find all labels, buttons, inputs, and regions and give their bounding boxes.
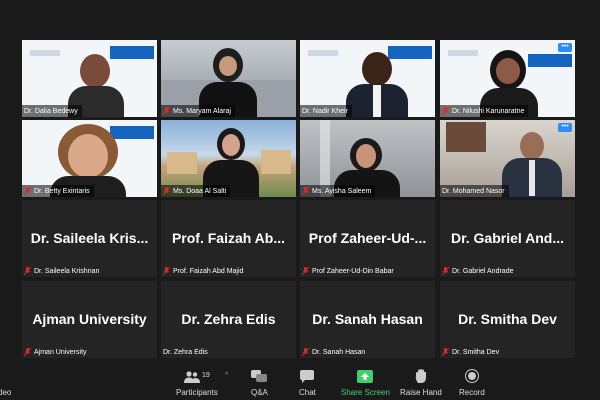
video-tile-active-speaker[interactable]: Dr. Nadir Kheir: [300, 40, 435, 117]
video-gallery: Dr. Dalia Bedewy Ms. Maryam Alaraj Dr. N…: [0, 0, 600, 366]
video-tile-no-video[interactable]: Dr. Smitha Dev Dr. Smitha Dev: [440, 281, 575, 358]
share-screen-label: Share Screen: [341, 388, 390, 397]
participant-name-tag: Dr. Sanah Hasan: [300, 346, 369, 358]
participant-name-tag: Prof. Faizah Abd Majid: [161, 265, 247, 277]
chat-button[interactable]: Chat: [299, 369, 316, 397]
participant-display-name: Dr. Sanah Hasan: [312, 311, 423, 327]
video-tile[interactable]: Ms. Doaa Al Salti: [161, 120, 296, 197]
participant-name-tag: Dr. Nilushi Karunaratne: [440, 105, 529, 117]
video-tile-no-video[interactable]: Dr. Sanah Hasan Dr. Sanah Hasan: [300, 281, 435, 358]
participant-name-tag: Dr. Saileela Krishnan: [22, 265, 103, 277]
participants-label: Participants: [176, 388, 218, 397]
participant-display-name: Dr. Saileela Kris...: [30, 230, 149, 246]
muted-mic-icon: [442, 107, 449, 115]
participant-name: Ajman University: [34, 348, 87, 356]
participants-caret-icon[interactable]: ^: [225, 372, 228, 379]
participant-name-tag: Dr. Dalia Bedewy: [22, 105, 82, 117]
participant-name-tag: Ms. Doaa Al Salti: [161, 185, 231, 197]
participant-name: Dr. Nilushi Karunaratne: [452, 107, 525, 115]
record-icon: [464, 369, 479, 385]
video-tile-no-video[interactable]: Dr. Zehra Edis Dr. Zehra Edis: [161, 281, 296, 358]
participant-name: Dr. Smitha Dev: [452, 348, 500, 356]
participant-name: Ms. Ayisha Saleem: [312, 187, 372, 195]
participant-name: Dr. Sanah Hasan: [312, 348, 366, 356]
participant-display-name: Prof. Faizah Ab...: [171, 230, 286, 246]
participant-name-tag: Dr. Zehra Edis: [161, 346, 212, 358]
muted-mic-icon: [24, 348, 31, 356]
participant-display-name: Dr. Gabriel And...: [450, 230, 565, 246]
muted-mic-icon: [24, 267, 31, 275]
chat-icon: [300, 370, 315, 385]
muted-mic-icon: [442, 267, 449, 275]
participant-name-tag: Dr. Nadir Kheir: [300, 105, 352, 117]
participant-name-tag: Dr. Mohamed Nasor: [440, 185, 509, 197]
participant-display-name: Dr. Smitha Dev: [458, 311, 557, 327]
participants-count: 19: [202, 372, 210, 379]
record-button[interactable]: Record: [459, 369, 485, 397]
participant-name-tag: Ms. Ayisha Saleem: [300, 185, 376, 197]
chat-label: Chat: [299, 388, 316, 397]
video-tile[interactable]: ••• Dr. Mohamed Nasor: [440, 120, 575, 197]
video-tile[interactable]: ••• Dr. Nilushi Karunaratne: [440, 40, 575, 117]
qa-icon: [251, 370, 268, 385]
participants-icon: [184, 371, 200, 385]
more-options-button[interactable]: •••: [558, 43, 572, 52]
participant-name: Dr. Zehra Edis: [163, 348, 208, 356]
video-tile-no-video[interactable]: Prof. Faizah Ab... Prof. Faizah Abd Maji…: [161, 200, 296, 277]
raise-hand-label: Raise Hand: [400, 388, 442, 397]
participant-name: Ms. Maryam Alaraj: [173, 107, 231, 115]
muted-mic-icon: [302, 187, 309, 195]
participant-name: Dr. Mohamed Nasor: [442, 187, 505, 195]
participant-display-name: Dr. Zehra Edis: [181, 311, 276, 327]
participant-name-tag: Dr. Gabriel Andrade: [440, 265, 517, 277]
participant-name-tag: Dr. Smitha Dev: [440, 346, 503, 358]
participant-name: Dr. Gabriel Andrade: [452, 267, 514, 275]
muted-mic-icon: [302, 267, 309, 275]
muted-mic-icon: [442, 348, 449, 356]
participant-name: Ms. Doaa Al Salti: [173, 187, 227, 195]
muted-mic-icon: [302, 348, 309, 356]
qa-button[interactable]: Q&A: [251, 369, 268, 397]
video-tile[interactable]: Ms. Maryam Alaraj: [161, 40, 296, 117]
raise-hand-icon: [415, 369, 427, 385]
participant-name: Dr. Betty Exintaris: [34, 187, 90, 195]
muted-mic-icon: [163, 267, 170, 275]
participant-name: Prof. Faizah Abd Majid: [173, 267, 244, 275]
participant-name: Prof Zaheer-Ud-Din Babar: [312, 267, 394, 275]
participant-name-tag: Ajman University: [22, 346, 91, 358]
muted-mic-icon: [24, 187, 31, 195]
share-screen-icon: [357, 370, 374, 385]
raise-hand-button[interactable]: Raise Hand: [400, 369, 442, 397]
participants-button[interactable]: 19 Participants: [176, 369, 218, 397]
meeting-toolbar: deo 19 Participants ^ Q&A Chat Share Scr…: [0, 366, 600, 400]
video-tile-no-video[interactable]: Prof Zaheer-Ud-... Prof Zaheer-Ud-Din Ba…: [300, 200, 435, 277]
participant-name-tag: Dr. Betty Exintaris: [22, 185, 94, 197]
video-tile[interactable]: Ms. Ayisha Saleem: [300, 120, 435, 197]
muted-mic-icon: [163, 187, 170, 195]
video-tile-no-video[interactable]: Dr. Gabriel And... Dr. Gabriel Andrade: [440, 200, 575, 277]
participant-name: Dr. Dalia Bedewy: [24, 107, 78, 115]
video-button-label: deo: [0, 388, 12, 397]
participant-display-name: Ajman University: [32, 311, 147, 327]
share-screen-button[interactable]: Share Screen: [341, 369, 390, 397]
video-tile[interactable]: Dr. Betty Exintaris: [22, 120, 157, 197]
video-button[interactable]: deo: [0, 369, 11, 397]
muted-mic-icon: [163, 107, 170, 115]
video-tile[interactable]: Dr. Dalia Bedewy: [22, 40, 157, 117]
record-label: Record: [459, 388, 485, 397]
more-options-button[interactable]: •••: [558, 123, 572, 132]
video-tile-no-video[interactable]: Ajman University Ajman University: [22, 281, 157, 358]
participant-name: Dr. Saileela Krishnan: [34, 267, 100, 275]
participant-name: Dr. Nadir Kheir: [302, 107, 348, 115]
qa-label: Q&A: [251, 388, 268, 397]
participant-name-tag: Prof Zaheer-Ud-Din Babar: [300, 265, 398, 277]
video-tile-no-video[interactable]: Dr. Saileela Kris... Dr. Saileela Krishn…: [22, 200, 157, 277]
participant-name-tag: Ms. Maryam Alaraj: [161, 105, 235, 117]
participant-display-name: Prof Zaheer-Ud-...: [308, 230, 427, 246]
